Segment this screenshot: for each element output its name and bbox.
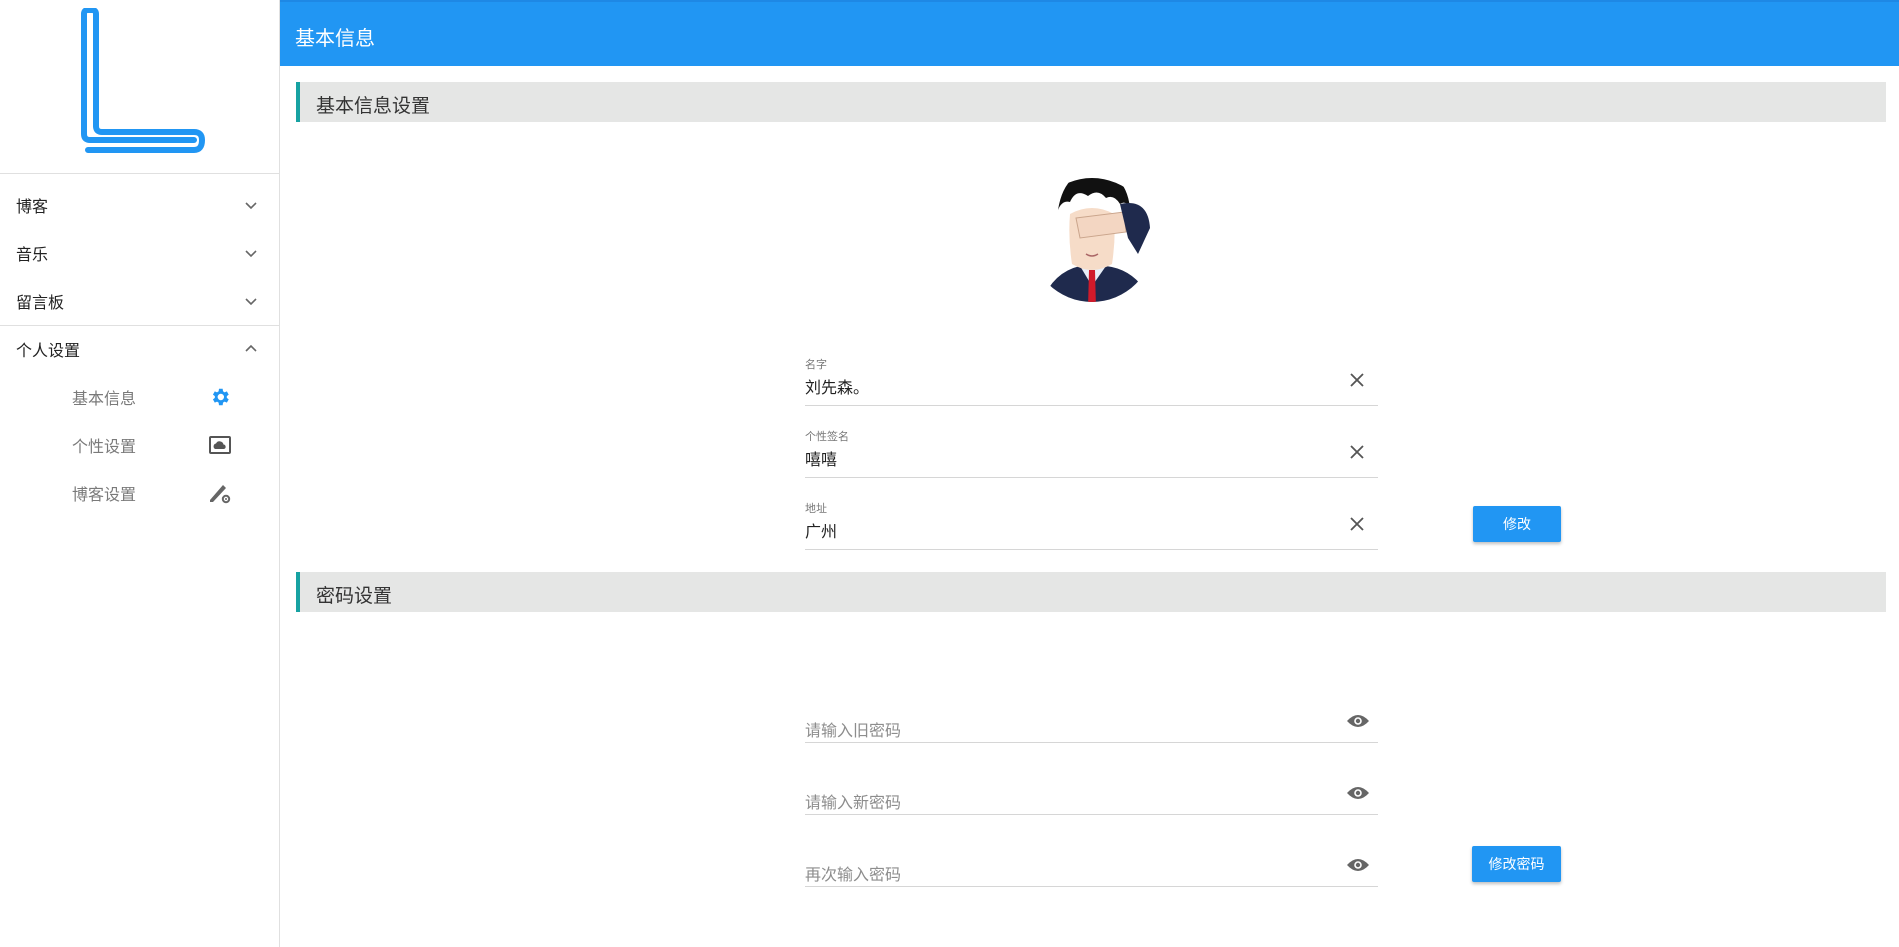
- nav-group-label: 博客: [16, 197, 49, 216]
- field-label: 地址: [805, 502, 827, 515]
- nav-group-guestbook[interactable]: 留言板: [0, 277, 279, 325]
- chevron-up-icon: [245, 344, 257, 352]
- gear-icon: [207, 384, 233, 410]
- old-password-field[interactable]: 请输入旧密码: [805, 693, 1378, 743]
- section-header-password: 密码设置: [296, 572, 1886, 612]
- clear-icon[interactable]: [1348, 515, 1366, 533]
- logo-icon: [81, 8, 206, 153]
- eye-icon[interactable]: [1346, 713, 1370, 729]
- pencil-gear-icon: [207, 480, 233, 506]
- confirm-password-field[interactable]: 再次输入密码: [805, 837, 1378, 887]
- cloud-image-icon: [207, 432, 233, 458]
- nav-group-blog[interactable]: 博客: [0, 181, 279, 229]
- eye-icon[interactable]: [1346, 857, 1370, 873]
- nav-group-label: 留言板: [16, 293, 65, 312]
- sidebar-item-blog-settings[interactable]: 博客设置: [0, 469, 279, 517]
- nav-group-label: 个人设置: [16, 341, 81, 360]
- section-header-basic-info: 基本信息设置: [296, 82, 1886, 122]
- sidebar: 博客 音乐 留言板 个人设置 基本信息 个性设置 博客设置: [0, 0, 280, 947]
- nav-group-personal-settings[interactable]: 个人设置: [0, 325, 279, 373]
- signature-field[interactable]: 个性签名 嘻嘻: [805, 428, 1378, 478]
- field-label: 名字: [805, 358, 827, 371]
- address-field[interactable]: 地址 广州: [805, 500, 1378, 550]
- chevron-down-icon: [245, 202, 257, 210]
- field-value[interactable]: 嘻嘻: [805, 446, 837, 470]
- sidebar-item-label: 基本信息: [72, 389, 137, 408]
- sidebar-item-label: 个性设置: [72, 437, 137, 456]
- save-info-button[interactable]: 修改: [1473, 506, 1561, 542]
- change-password-button[interactable]: 修改密码: [1472, 846, 1561, 882]
- new-password-field[interactable]: 请输入新密码: [805, 765, 1378, 815]
- field-value[interactable]: 广州: [805, 518, 837, 542]
- page-title: 基本信息: [295, 26, 375, 50]
- name-field[interactable]: 名字 刘先森。: [805, 356, 1378, 406]
- clear-icon[interactable]: [1348, 371, 1366, 389]
- sidebar-divider: [0, 173, 279, 174]
- field-placeholder: 请输入旧密码: [805, 721, 902, 740]
- section-title: 基本信息设置: [316, 95, 431, 117]
- eye-icon[interactable]: [1346, 785, 1370, 801]
- sidebar-item-basic-info[interactable]: 基本信息: [0, 373, 279, 421]
- clear-icon[interactable]: [1348, 443, 1366, 461]
- chevron-down-icon: [245, 250, 257, 258]
- section-title: 密码设置: [316, 585, 393, 607]
- field-placeholder: 请输入新密码: [805, 793, 902, 812]
- field-label: 个性签名: [805, 430, 849, 443]
- sidebar-item-personalization[interactable]: 个性设置: [0, 421, 279, 469]
- top-app-bar: 基本信息: [280, 0, 1899, 66]
- field-value[interactable]: 刘先森。: [805, 374, 869, 398]
- chevron-down-icon: [245, 298, 257, 306]
- avatar[interactable]: [1030, 158, 1170, 318]
- sidebar-item-label: 博客设置: [72, 485, 137, 504]
- field-placeholder: 再次输入密码: [805, 865, 902, 884]
- nav-group-music[interactable]: 音乐: [0, 229, 279, 277]
- nav-group-label: 音乐: [16, 245, 49, 264]
